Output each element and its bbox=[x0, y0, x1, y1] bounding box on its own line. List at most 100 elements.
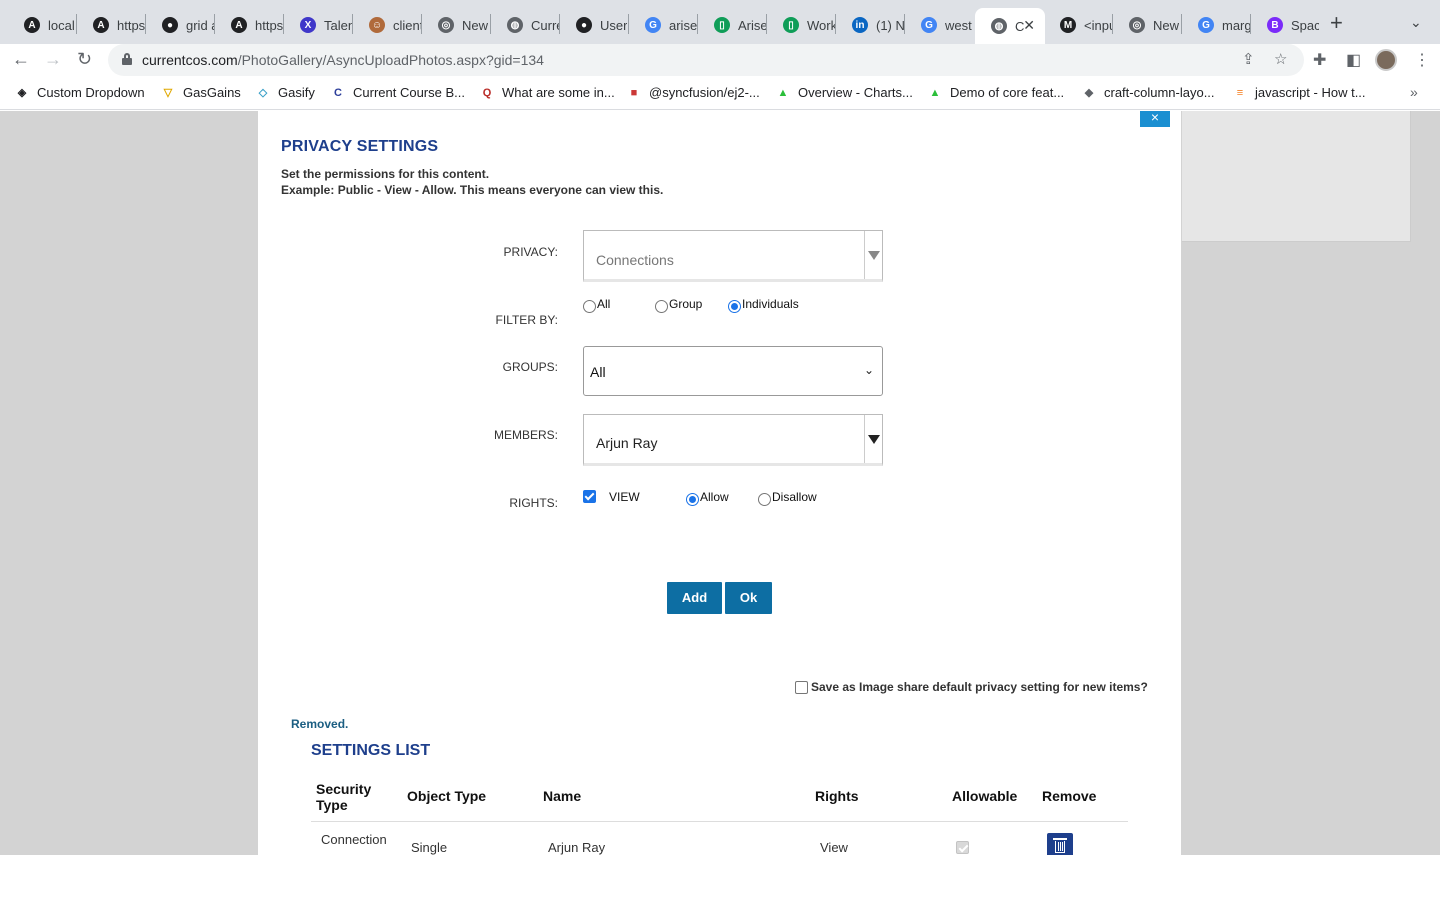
profile-avatar[interactable] bbox=[1375, 49, 1397, 71]
dropdown-arrow-icon[interactable] bbox=[864, 415, 882, 463]
bookmark-item[interactable]: Q What are some in... bbox=[480, 85, 615, 100]
browser-tab[interactable]: ☺ client bbox=[353, 8, 421, 42]
browser-tab[interactable]: ▯ Work bbox=[767, 8, 835, 42]
cell-rights: View bbox=[820, 840, 848, 855]
members-dropdown[interactable]: Arjun Ray bbox=[583, 414, 883, 466]
tab-title: Curre bbox=[531, 17, 559, 33]
bookmark-star-icon[interactable]: ☆ bbox=[1274, 50, 1287, 68]
reload-icon[interactable]: ↻ bbox=[77, 48, 92, 70]
browser-tab[interactable]: B Spac bbox=[1251, 8, 1319, 42]
filter-individuals-radio[interactable] bbox=[728, 300, 741, 313]
members-value: Arjun Ray bbox=[596, 435, 658, 451]
disallow-radio[interactable] bbox=[758, 493, 771, 506]
globe-icon: ◍ bbox=[991, 18, 1007, 34]
tab-close-icon[interactable]: ✕ bbox=[1023, 17, 1035, 34]
close-button[interactable]: × bbox=[1140, 111, 1170, 127]
filter-all-label: All bbox=[597, 297, 611, 311]
privacy-dropdown[interactable]: Connections bbox=[583, 230, 883, 282]
tab-search-chevron-icon[interactable]: ⌄ bbox=[1410, 14, 1422, 31]
x-brand-icon: X bbox=[300, 17, 316, 33]
allow-label: Allow bbox=[700, 490, 729, 504]
bookmark-item[interactable]: ◈ Custom Dropdown bbox=[15, 85, 145, 100]
cell-security-type: Connection bbox=[321, 832, 387, 847]
browser-tab[interactable]: ● grid a bbox=[146, 8, 214, 42]
tab-title: arise bbox=[669, 17, 697, 33]
new-tab-icon[interactable]: + bbox=[1330, 12, 1343, 34]
groups-select[interactable]: All ⌄ bbox=[583, 346, 883, 396]
bookmark-label: What are some in... bbox=[502, 85, 615, 100]
browser-tab[interactable]: Garise bbox=[629, 8, 697, 42]
save-default-checkbox[interactable] bbox=[795, 681, 808, 694]
modal-title: PRIVACY SETTINGS bbox=[281, 138, 439, 155]
bookmark-item[interactable]: ◇ Gasify bbox=[256, 85, 315, 100]
tab-title: (1) N bbox=[876, 17, 904, 33]
filter-all-radio[interactable] bbox=[583, 300, 596, 313]
browser-tab[interactable]: Ahttps bbox=[77, 8, 145, 42]
view-checkbox[interactable] bbox=[583, 490, 596, 503]
tab-title: New bbox=[462, 17, 489, 33]
trash-icon[interactable] bbox=[1047, 833, 1073, 855]
chrome-icon: ◎ bbox=[438, 17, 454, 33]
rights-label: RIGHTS: bbox=[509, 496, 558, 510]
share-icon[interactable]: ⇪ bbox=[1242, 50, 1255, 68]
dropdown-arrow-icon[interactable] bbox=[864, 231, 882, 279]
bookmark-item[interactable]: ≡ javascript - How t... bbox=[1233, 85, 1366, 100]
filter-group-radio[interactable] bbox=[655, 300, 668, 313]
bookmark-label: craft-column-layo... bbox=[1104, 85, 1215, 100]
browser-tab[interactable]: Gmarg bbox=[1182, 8, 1250, 42]
extensions-puzzle-icon[interactable]: ✚ bbox=[1313, 50, 1326, 70]
back-arrow-icon[interactable]: ← bbox=[12, 48, 30, 70]
tab-title: User bbox=[600, 17, 628, 33]
browser-tab[interactable]: ◎ New bbox=[1113, 8, 1181, 42]
browser-tab[interactable]: ◎ New bbox=[422, 8, 490, 42]
bookmark-label: javascript - How t... bbox=[1255, 85, 1366, 100]
browser-tab[interactable]: ◍ Curre bbox=[491, 8, 559, 42]
current-icon: C bbox=[334, 86, 342, 99]
browser-tab[interactable]: X Talen bbox=[284, 8, 352, 42]
lock-icon[interactable] bbox=[122, 53, 132, 65]
bookmark-label: @syncfusion/ej2-... bbox=[649, 85, 760, 100]
allowable-checkbox bbox=[956, 841, 969, 854]
stackoverflow-icon: ≡ bbox=[1236, 86, 1244, 99]
google-icon: G bbox=[1198, 17, 1214, 33]
bookmark-item[interactable]: C Current Course B... bbox=[331, 85, 465, 100]
column-header-name: Name bbox=[543, 788, 582, 804]
tab-title: https bbox=[117, 17, 145, 33]
side-panel-icon[interactable]: ◧ bbox=[1346, 50, 1361, 70]
ok-button[interactable]: Ok bbox=[725, 582, 772, 614]
browser-tab[interactable]: in (1) N bbox=[836, 8, 904, 42]
bookmark-item[interactable]: ▲ Demo of core feat... bbox=[928, 85, 1065, 100]
angular-icon: A bbox=[93, 17, 109, 33]
members-label: MEMBERS: bbox=[493, 428, 558, 442]
allow-radio[interactable] bbox=[686, 493, 699, 506]
column-header-security-type: Security Type bbox=[316, 781, 372, 813]
browser-tab[interactable]: Ahttps bbox=[215, 8, 283, 42]
cell-object-type: Single bbox=[411, 840, 448, 855]
bookmark-item[interactable]: ▽ GasGains bbox=[161, 85, 241, 100]
package-icon: ◆ bbox=[1084, 87, 1094, 99]
forward-arrow-icon[interactable]: → bbox=[44, 48, 62, 70]
more-menu-icon[interactable]: ⋮ bbox=[1414, 50, 1430, 70]
address-bar[interactable]: currentcos.com/PhotoGallery/AsyncUploadP… bbox=[108, 44, 1304, 76]
browser-tab[interactable]: ◍ C ✕ bbox=[975, 8, 1045, 44]
bookmark-item[interactable]: ◆ craft-column-layo... bbox=[1082, 85, 1215, 100]
bookmark-item[interactable]: ▲ Overview - Charts... bbox=[776, 85, 913, 100]
bookmarks-bar: ◈ Custom Dropdown ▽ GasGains ◇ Gasify C Current… bbox=[0, 76, 1440, 110]
bookmark-item[interactable]: ■ @syncfusion/ej2-... bbox=[627, 85, 760, 100]
browser-tab[interactable]: ▯ Arise bbox=[698, 8, 766, 42]
browser-tab[interactable]: Gwest bbox=[905, 8, 973, 42]
linkedin-icon: in bbox=[852, 17, 868, 33]
tab-title: local bbox=[48, 17, 75, 33]
tab-title: <inpu bbox=[1084, 17, 1112, 33]
bookmarks-overflow-icon[interactable]: » bbox=[1410, 84, 1418, 100]
browser-tab[interactable]: Alocal bbox=[8, 8, 76, 42]
add-button[interactable]: Add bbox=[667, 582, 722, 614]
browser-tab[interactable]: M <inpu bbox=[1044, 8, 1112, 42]
bookmark-label: Current Course B... bbox=[353, 85, 465, 100]
browser-tab[interactable]: ● User bbox=[560, 8, 628, 42]
privacy-value: Connections bbox=[596, 252, 674, 268]
quora-icon: Q bbox=[482, 86, 492, 99]
github-icon: ● bbox=[576, 17, 592, 33]
bottom-strip bbox=[0, 855, 1440, 900]
tab-title: Spac bbox=[1291, 17, 1319, 33]
